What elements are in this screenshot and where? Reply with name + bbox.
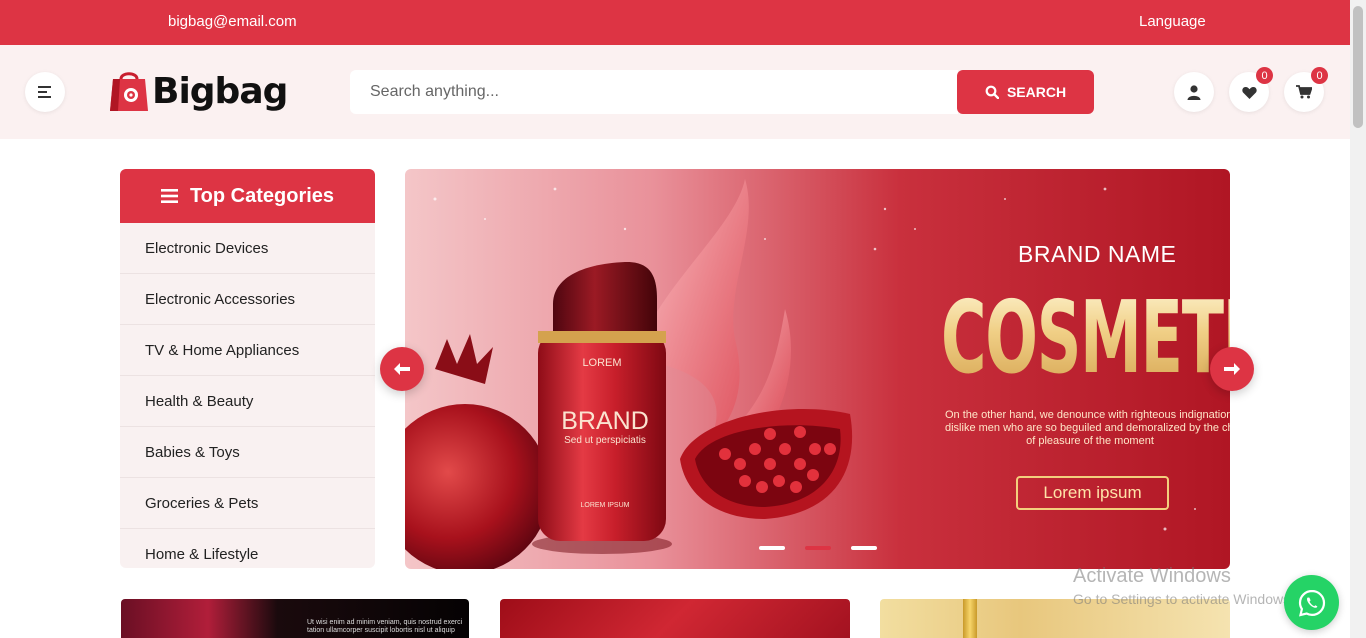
- category-item[interactable]: Electronic Accessories: [120, 274, 375, 325]
- search-input[interactable]: [350, 70, 958, 114]
- watermark-title: Activate Windows: [1073, 565, 1231, 587]
- arrow-left-icon: [394, 363, 410, 375]
- search-button-label: SEARCH: [1006, 84, 1067, 100]
- account-button[interactable]: [1174, 72, 1214, 112]
- banner-description: On the other hand, we denounce with righ…: [945, 409, 1230, 448]
- slide-dot[interactable]: [851, 546, 877, 550]
- page-scrollbar[interactable]: [1350, 0, 1366, 638]
- bottle-top-text: LOREM: [582, 357, 621, 369]
- categories-header[interactable]: Top Categories: [120, 169, 375, 223]
- banner-description-line: dislike men who are so beguiled and demo…: [945, 422, 1230, 434]
- banner-description-line: On the other hand, we denounce with righ…: [945, 409, 1230, 421]
- hero-banner[interactable]: LOREM BRAND Sed ut perspiciatis LOREM IP…: [405, 169, 1230, 569]
- slider-next-button[interactable]: [1210, 347, 1254, 391]
- menu-button[interactable]: [25, 72, 65, 112]
- logo-text: Bigbag: [152, 70, 288, 112]
- heart-icon: [1241, 86, 1257, 99]
- user-icon: [1187, 84, 1201, 100]
- category-item[interactable]: Babies & Toys: [120, 427, 375, 478]
- menu-icon: [38, 86, 51, 98]
- header: Bigbag SEARCH 0 0: [0, 45, 1350, 139]
- scrollbar-thumb[interactable]: [1353, 6, 1363, 128]
- logo[interactable]: Bigbag: [110, 69, 288, 113]
- arrow-right-icon: [1224, 363, 1240, 375]
- promo-card-2[interactable]: [500, 599, 850, 638]
- whatsapp-icon: [1298, 589, 1325, 616]
- banner-cta-button[interactable]: Lorem ipsum: [1016, 476, 1169, 510]
- bottle-brand-text: BRAND: [561, 407, 649, 435]
- watermark-subtitle: Go to Settings to activate Windows.: [1073, 591, 1294, 607]
- promo-card-decoration: [963, 599, 977, 638]
- promo-card-1[interactable]: Ut wisi enim ad minim veniam, quis nostr…: [121, 599, 469, 638]
- hamburger-icon: [160, 189, 178, 203]
- activate-windows-watermark: Activate Windows Go to Settings to activ…: [1073, 565, 1294, 607]
- bottle-bottom-text: LOREM IPSUM: [580, 502, 629, 509]
- bag-logo-icon: [110, 72, 148, 111]
- category-item[interactable]: Electronic Devices: [120, 223, 375, 274]
- category-item[interactable]: Health & Beauty: [120, 376, 375, 427]
- promo-card-text: Ut wisi enim ad minim veniam, quis nostr…: [307, 619, 462, 635]
- slider-dots: [759, 546, 877, 550]
- cart-icon: [1296, 85, 1312, 99]
- promo-card-text-line: tation ullamcorper suscipit lobortis nis…: [307, 627, 455, 634]
- categories-list: Electronic Devices Electronic Accessorie…: [120, 223, 375, 568]
- language-selector[interactable]: Language: [1139, 13, 1206, 30]
- wishlist-count-badge: 0: [1256, 67, 1273, 84]
- category-item[interactable]: TV & Home Appliances: [120, 325, 375, 376]
- wishlist-button[interactable]: 0: [1229, 67, 1273, 112]
- slide-dot-active[interactable]: [805, 546, 831, 550]
- whatsapp-button[interactable]: [1284, 575, 1339, 630]
- search-icon: [985, 85, 999, 99]
- banner-headline: COSMETIC: [941, 279, 1230, 396]
- banner-brand-name: BRAND NAME: [1018, 241, 1177, 267]
- banner-description-line: of pleasure of the moment: [1026, 435, 1154, 447]
- slide-dot[interactable]: [759, 546, 785, 550]
- search-button[interactable]: SEARCH: [957, 70, 1094, 114]
- top-bar: bigbag@email.com Language: [0, 0, 1350, 45]
- bottle-tagline-text: Sed ut perspiciatis: [564, 435, 646, 446]
- categories-title: Top Categories: [189, 184, 335, 207]
- category-item[interactable]: Home & Lifestyle: [120, 529, 375, 568]
- cart-count-badge: 0: [1311, 67, 1328, 84]
- slider-prev-button[interactable]: [380, 347, 424, 391]
- category-item[interactable]: Groceries & Pets: [120, 478, 375, 529]
- promo-card-text-line: Ut wisi enim ad minim veniam, quis nostr…: [307, 619, 463, 626]
- cart-button[interactable]: 0: [1284, 67, 1328, 112]
- contact-email[interactable]: bigbag@email.com: [168, 13, 297, 30]
